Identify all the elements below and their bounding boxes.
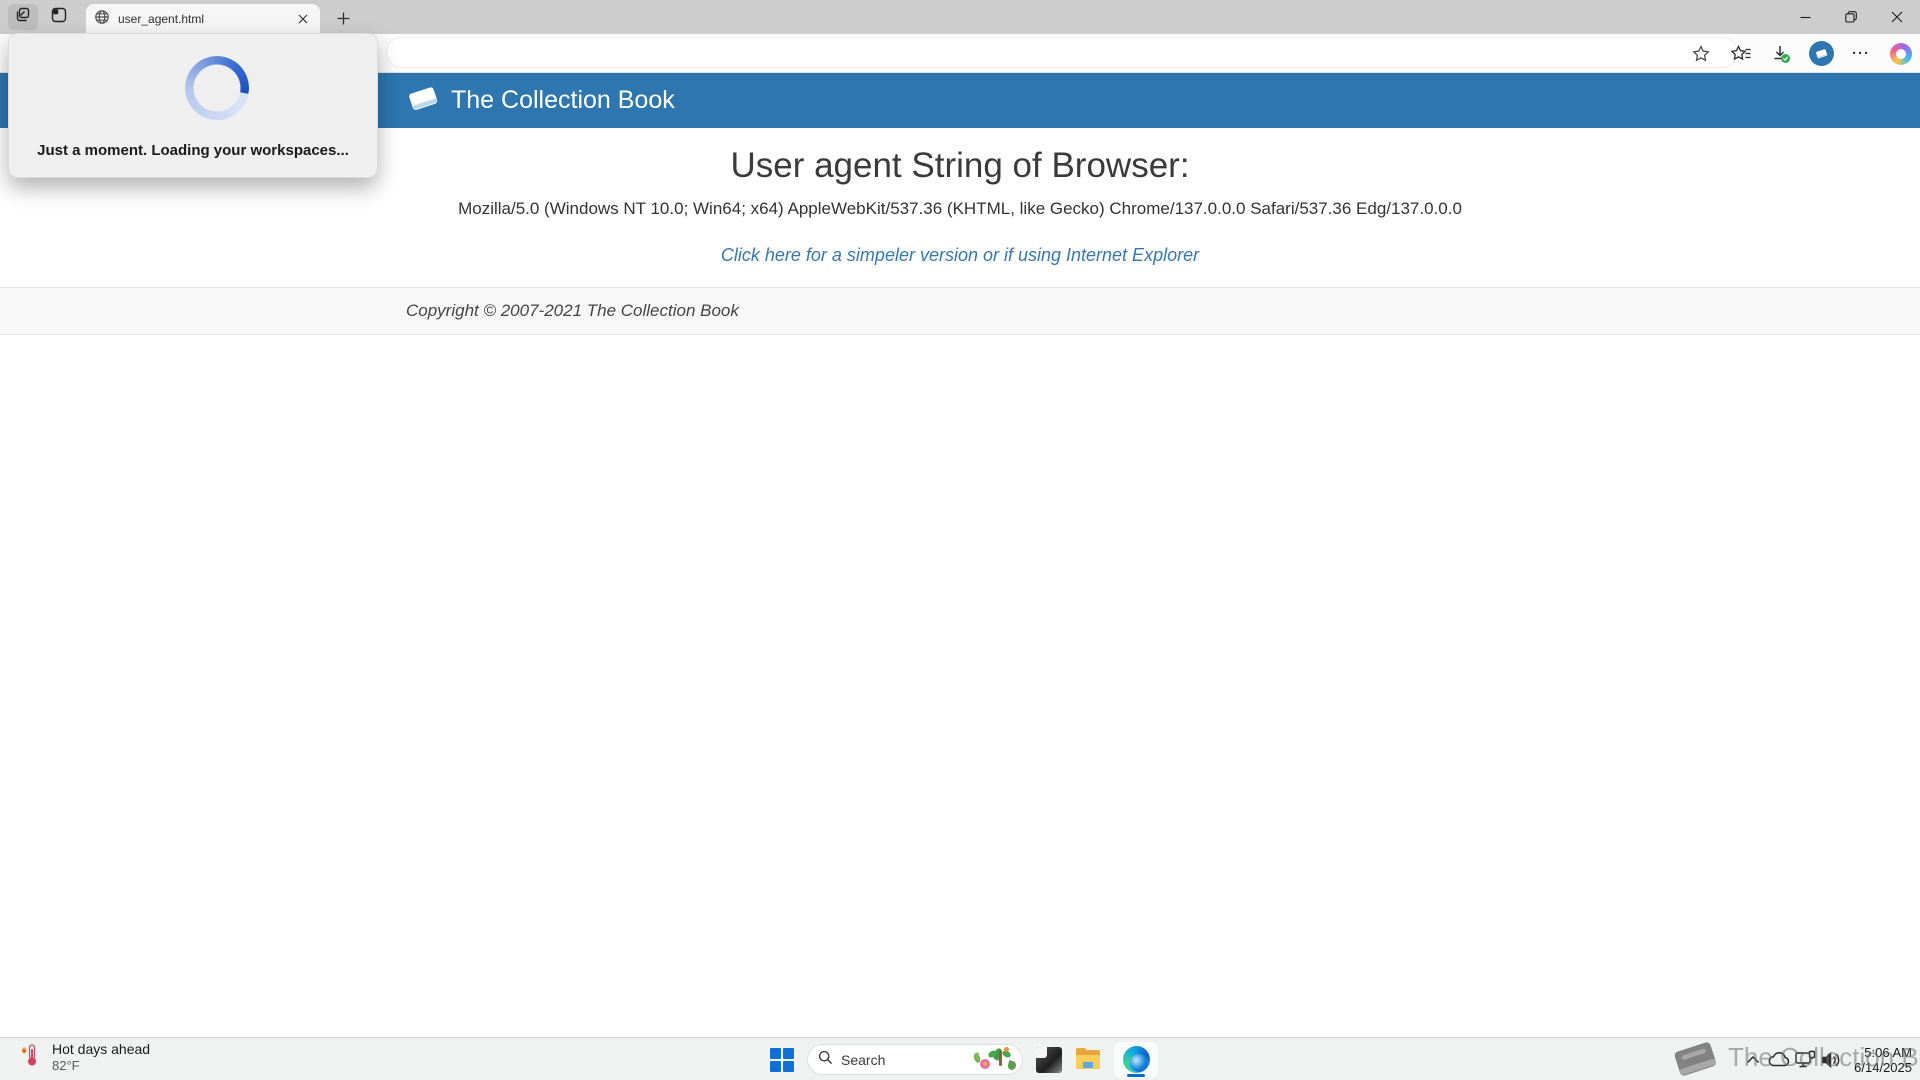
copilot-icon[interactable] — [1888, 41, 1914, 67]
downloads-complete-icon[interactable] — [1768, 41, 1794, 67]
restore-button[interactable] — [1828, 0, 1874, 34]
file-explorer-icon[interactable] — [1075, 1047, 1101, 1073]
watermark-text: The Collection Book — [1728, 1042, 1920, 1073]
loading-spinner — [185, 56, 249, 120]
edge-active-indicator — [1127, 1074, 1145, 1077]
weather-headline: Hot days ahead — [52, 1041, 150, 1058]
watermark-book-icon — [1664, 1033, 1726, 1080]
taskbar-search-box[interactable]: Search — [807, 1044, 1023, 1075]
tab-user-agent[interactable]: user_agent.html — [86, 4, 320, 34]
collection-book-extension-icon[interactable] — [1808, 41, 1834, 67]
search-icon — [818, 1050, 833, 1070]
minimize-button[interactable] — [1782, 0, 1828, 34]
screen: user_agent.html — [0, 0, 1920, 1080]
tab-close-icon[interactable] — [294, 10, 312, 28]
tab-title: user_agent.html — [118, 12, 294, 26]
settings-menu-icon[interactable]: ··· — [1848, 41, 1874, 67]
weather-temperature: 82°F — [52, 1058, 150, 1074]
address-bar[interactable] — [386, 37, 1738, 68]
search-placeholder: Search — [841, 1052, 974, 1068]
edge-app-button[interactable] — [1114, 1042, 1158, 1078]
seasonal-search-art — [974, 1047, 1016, 1073]
window-controls — [1782, 0, 1920, 34]
simpler-version-link[interactable]: Click here for a simpeler version or if … — [0, 245, 1920, 266]
workspaces-icon — [14, 6, 32, 29]
copyright-text: Copyright © 2007-2021 The Collection Boo… — [406, 301, 739, 321]
workspaces-button[interactable] — [8, 4, 38, 30]
loading-message: Just a moment. Loading your workspaces..… — [9, 142, 377, 159]
site-logo-book-icon — [405, 81, 441, 120]
user-agent-string: Mozilla/5.0 (Windows NT 10.0; Win64; x64… — [0, 199, 1920, 219]
taskbar-weather-widget[interactable]: Hot days ahead 82°F — [16, 1041, 150, 1074]
add-favorite-star-icon[interactable] — [1688, 41, 1714, 67]
page-favicon-globe-icon — [94, 9, 110, 30]
site-footer: Copyright © 2007-2021 The Collection Boo… — [0, 287, 1920, 335]
workspaces-loading-popup: Just a moment. Loading your workspaces..… — [8, 33, 378, 178]
browser-tab-bar: user_agent.html — [0, 0, 1920, 34]
taskbar: Hot days ahead 82°F Search — [0, 1037, 1920, 1080]
new-tab-button[interactable] — [330, 6, 356, 30]
site-title: The Collection Book — [451, 86, 675, 115]
favorites-list-icon[interactable] — [1728, 41, 1754, 67]
close-window-button[interactable] — [1874, 0, 1920, 34]
tab-actions-icon — [50, 6, 68, 29]
pinned-app-dark-square-icon[interactable] — [1036, 1047, 1062, 1073]
edge-icon — [1123, 1046, 1150, 1073]
tab-actions-button[interactable] — [44, 4, 74, 30]
weather-hot-icon — [16, 1041, 42, 1074]
start-button[interactable] — [770, 1048, 794, 1072]
